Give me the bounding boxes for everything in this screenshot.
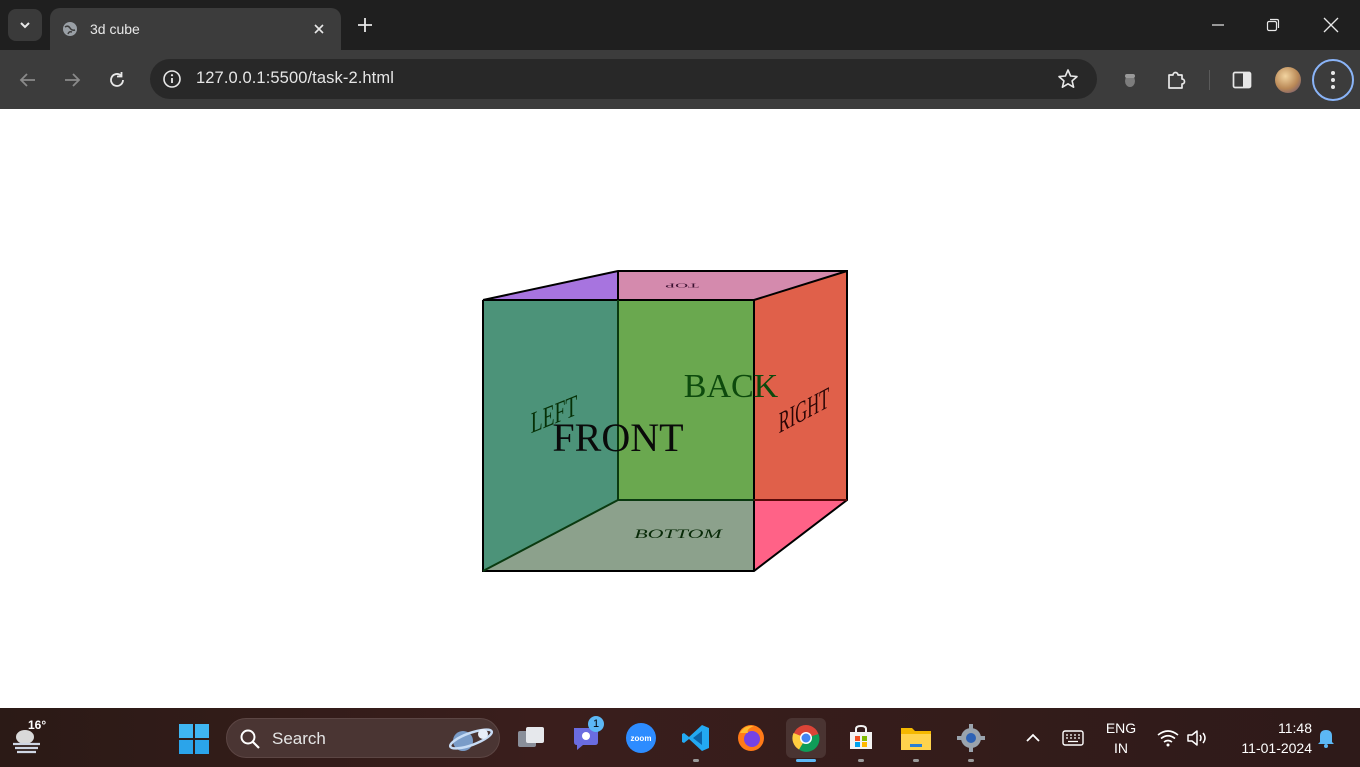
page-content: TOP BACK RIGHT LEFT FRONT BOTTOM bbox=[0, 109, 1360, 708]
running-indicator bbox=[913, 759, 919, 762]
system-clock[interactable]: 11:48 11-01-2024 bbox=[1222, 718, 1312, 758]
chevron-down-icon bbox=[20, 22, 30, 29]
site-info-icon[interactable] bbox=[162, 69, 182, 89]
zoom-icon-text: zoom bbox=[630, 733, 652, 743]
firefox-icon bbox=[738, 725, 764, 751]
close-icon bbox=[314, 24, 324, 34]
tab-strip: 3d cube bbox=[0, 0, 1360, 50]
windows-taskbar: 16° Search 1 zoom ENG IN 11:48 11-01-202… bbox=[0, 708, 1360, 767]
settings-app[interactable] bbox=[951, 718, 991, 762]
more-vertical-icon bbox=[1331, 71, 1335, 89]
vscode-app[interactable] bbox=[676, 718, 716, 762]
running-indicator bbox=[858, 759, 864, 762]
address-bar[interactable]: 127.0.0.1:5500/task-2.html bbox=[150, 59, 1097, 99]
active-indicator bbox=[796, 759, 816, 762]
language-code: ENG bbox=[1105, 720, 1137, 736]
chrome-icon bbox=[792, 725, 820, 752]
show-hidden-icons-button[interactable] bbox=[1020, 725, 1046, 751]
browser-menu-button[interactable] bbox=[1312, 59, 1354, 101]
cube-label-top: TOP bbox=[665, 282, 699, 289]
wifi-icon bbox=[1157, 730, 1179, 747]
arrow-left-icon bbox=[19, 73, 35, 87]
tab-title: 3d cube bbox=[90, 21, 140, 37]
input-language-indicator[interactable]: ENG IN bbox=[1100, 718, 1142, 758]
minimize-icon bbox=[1212, 24, 1224, 26]
touch-keyboard-button[interactable] bbox=[1060, 725, 1086, 751]
search-icon bbox=[240, 729, 260, 749]
task-view-button[interactable] bbox=[511, 718, 551, 758]
firefox-app[interactable] bbox=[731, 718, 771, 758]
cube-label-bottom: BOTTOM bbox=[634, 527, 723, 541]
zoom-app[interactable]: zoom bbox=[621, 718, 661, 758]
clock-date: 11-01-2024 bbox=[1241, 740, 1312, 756]
browser-toolbar: 127.0.0.1:5500/task-2.html bbox=[0, 50, 1360, 109]
toolbar-divider bbox=[1209, 70, 1210, 90]
speaker-icon bbox=[1187, 730, 1206, 746]
taskbar-search[interactable]: Search bbox=[226, 718, 500, 758]
url-text[interactable]: 127.0.0.1:5500/task-2.html bbox=[196, 69, 394, 88]
windows-logo-icon bbox=[179, 724, 209, 754]
back-button[interactable] bbox=[12, 64, 44, 96]
start-button[interactable] bbox=[178, 723, 210, 755]
running-indicator bbox=[968, 759, 974, 762]
profile-avatar[interactable] bbox=[1275, 67, 1301, 93]
task-view-icon bbox=[518, 727, 544, 747]
teams-app[interactable]: 1 bbox=[566, 716, 606, 758]
folder-icon bbox=[901, 728, 931, 750]
gear-icon bbox=[957, 724, 985, 752]
search-placeholder: Search bbox=[272, 729, 326, 748]
network-button[interactable] bbox=[1155, 725, 1181, 751]
active-tab[interactable]: 3d cube bbox=[50, 8, 341, 50]
tab-close-button[interactable] bbox=[309, 19, 329, 39]
running-indicator bbox=[693, 759, 699, 762]
region-code: IN bbox=[1114, 740, 1128, 756]
cube-label-back: BACK bbox=[684, 368, 779, 405]
minimize-button[interactable] bbox=[1190, 0, 1246, 50]
store-app[interactable] bbox=[841, 718, 881, 762]
weather-widget[interactable]: 16° bbox=[8, 716, 52, 760]
chevron-up-icon bbox=[1026, 733, 1040, 742]
zoom-icon: zoom bbox=[626, 723, 656, 753]
arrow-right-icon bbox=[65, 73, 81, 87]
acorn-icon bbox=[1125, 74, 1135, 87]
globe-icon bbox=[63, 22, 77, 36]
side-panel-button[interactable] bbox=[1226, 64, 1258, 96]
cube-label-front: FRONT bbox=[552, 415, 683, 460]
close-window-button[interactable] bbox=[1303, 0, 1359, 50]
weather-temperature: 16° bbox=[28, 718, 47, 732]
cube-scene: TOP BACK RIGHT LEFT FRONT BOTTOM bbox=[482, 270, 848, 572]
forward-button[interactable] bbox=[56, 64, 88, 96]
chrome-app[interactable] bbox=[786, 718, 826, 762]
reload-icon bbox=[110, 72, 124, 87]
notification-badge: 1 bbox=[588, 716, 604, 732]
bell-icon bbox=[1318, 730, 1334, 748]
tab-search-button[interactable] bbox=[8, 9, 42, 41]
new-tab-button[interactable] bbox=[352, 12, 378, 38]
extensions-button[interactable] bbox=[1160, 64, 1192, 96]
extension-icon[interactable] bbox=[1114, 64, 1146, 96]
notifications-button[interactable] bbox=[1313, 725, 1339, 751]
search-highlight-icon bbox=[448, 728, 494, 751]
vscode-icon bbox=[682, 725, 709, 751]
plus-icon bbox=[358, 18, 372, 32]
restore-icon bbox=[1266, 18, 1280, 32]
reload-button[interactable] bbox=[101, 64, 133, 96]
keyboard-icon bbox=[1062, 730, 1084, 746]
store-icon bbox=[850, 724, 872, 749]
side-panel-icon bbox=[1232, 71, 1252, 89]
puzzle-icon bbox=[1168, 71, 1186, 89]
star-icon[interactable] bbox=[1057, 68, 1079, 90]
close-icon bbox=[1323, 17, 1339, 33]
volume-button[interactable] bbox=[1185, 725, 1211, 751]
restore-button[interactable] bbox=[1245, 0, 1301, 50]
file-explorer-app[interactable] bbox=[896, 718, 936, 762]
clock-time: 11:48 bbox=[1278, 720, 1312, 736]
